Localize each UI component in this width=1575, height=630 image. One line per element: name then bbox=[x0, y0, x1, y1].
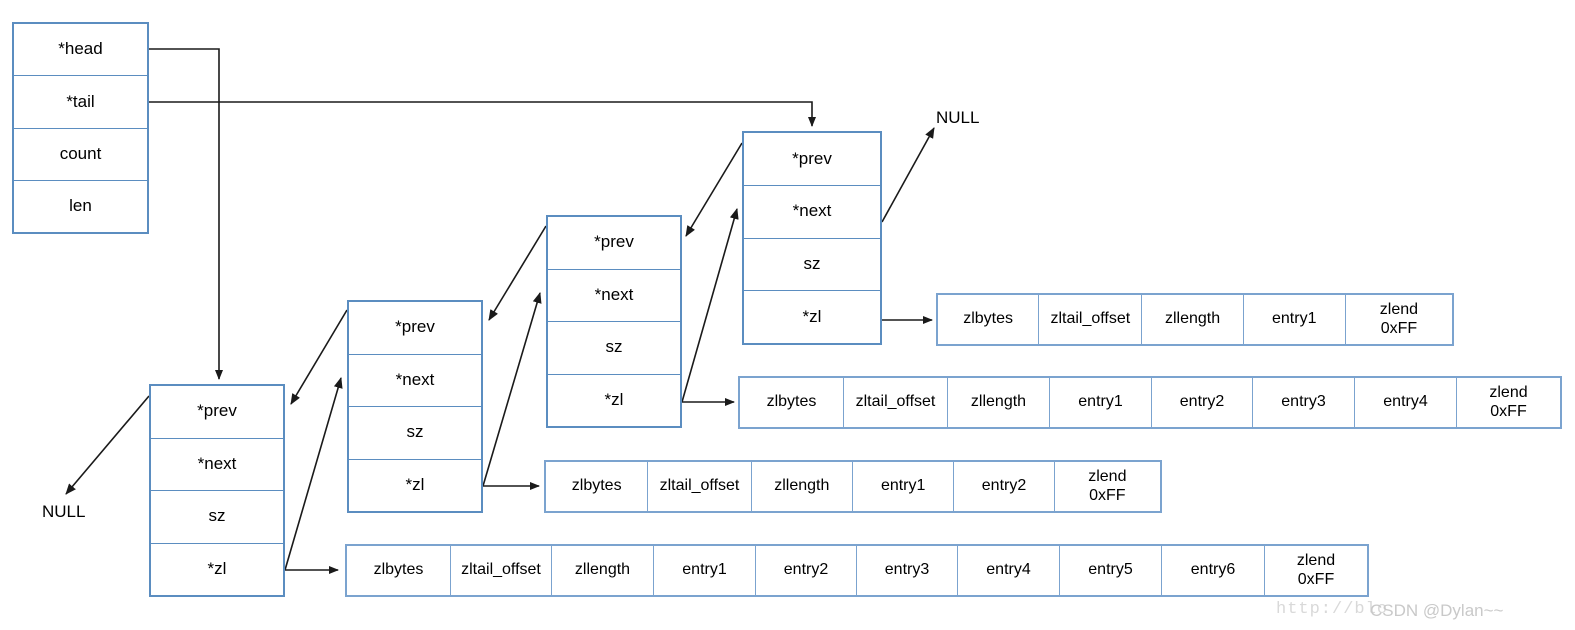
null-label-head-prev: NULL bbox=[42, 502, 86, 521]
wire-node4-prev-node3 bbox=[685, 142, 743, 237]
wire-head-to-node1 bbox=[149, 48, 223, 380]
diagram-canvas: *head *tail count len *prev *next sz *zl… bbox=[0, 0, 1575, 630]
quicklist-node-1: *prev *next sz *zl bbox=[149, 384, 285, 597]
zl2-cell-zlbytes: zlbytes bbox=[546, 462, 649, 511]
node1-field-zl: *zl bbox=[207, 558, 227, 578]
ziplist-node-2: zlbytes zltail_offset zllength entry1 en… bbox=[544, 460, 1162, 513]
node3-field-zl: *zl bbox=[604, 389, 624, 409]
quicklist-header-struct: *head *tail count len bbox=[12, 22, 149, 234]
node1-field-prev: *prev bbox=[151, 386, 283, 439]
zl2-cell-zltail-offset: zltail_offset bbox=[648, 462, 752, 511]
zl4-cell-entry1: entry1 bbox=[1244, 295, 1346, 344]
node4-field-next: *next bbox=[744, 186, 880, 239]
wire-node1-prev-null bbox=[65, 395, 150, 495]
node1-field-next: *next bbox=[151, 439, 283, 491]
node2-field-sz: sz bbox=[349, 407, 481, 460]
zl4-cell-zllength: zllength bbox=[1142, 295, 1244, 344]
wire-node3-prev-node2 bbox=[488, 225, 547, 321]
zl3-cell-zltail-offset: zltail_offset bbox=[844, 378, 948, 427]
node4-field-zl: *zl bbox=[802, 306, 822, 326]
node4-field-sz: sz bbox=[744, 239, 880, 292]
zl1-cell-zlend: zlend 0xFF bbox=[1296, 552, 1336, 588]
node3-field-next: *next bbox=[548, 270, 680, 322]
zl1-cell-entry1: entry1 bbox=[654, 546, 756, 595]
quicklist-node-4: *prev *next sz *zl bbox=[742, 131, 882, 345]
null-label-tail-next: NULL bbox=[936, 108, 980, 127]
quicklist-node-3: *prev *next sz *zl bbox=[546, 215, 682, 428]
zl3-cell-zllength: zllength bbox=[948, 378, 1050, 427]
zl1-cell-entry6: entry6 bbox=[1162, 546, 1265, 595]
zl1-cell-zltail-offset: zltail_offset bbox=[451, 546, 552, 595]
zl3-cell-entry4: entry4 bbox=[1355, 378, 1457, 427]
zl3-cell-entry3: entry3 bbox=[1253, 378, 1355, 427]
zl4-cell-zlend: zlend 0xFF bbox=[1379, 301, 1419, 337]
wire-node1-next-node2 bbox=[284, 377, 343, 571]
zl2-cell-entry2: entry2 bbox=[954, 462, 1055, 511]
wire-node2-next-node3 bbox=[482, 292, 542, 487]
zl2-cell-entry1: entry1 bbox=[853, 462, 955, 511]
ziplist-node-1: zlbytes zltail_offset zllength entry1 en… bbox=[345, 544, 1369, 597]
node3-field-sz: sz bbox=[548, 322, 680, 375]
zl1-cell-zllength: zllength bbox=[552, 546, 654, 595]
zl1-cell-entry3: entry3 bbox=[857, 546, 958, 595]
zl1-cell-entry5: entry5 bbox=[1060, 546, 1162, 595]
zl1-cell-zlbytes: zlbytes bbox=[347, 546, 451, 595]
node2-field-next: *next bbox=[349, 355, 481, 407]
watermark-csdn: CSDN @Dylan~~ bbox=[1370, 601, 1504, 620]
zl2-cell-zllength: zllength bbox=[752, 462, 853, 511]
wire-tail-to-node4 bbox=[149, 101, 816, 127]
ziplist-node-3: zlbytes zltail_offset zllength entry1 en… bbox=[738, 376, 1562, 429]
zl3-cell-zlbytes: zlbytes bbox=[740, 378, 844, 427]
zl4-cell-zltail-offset: zltail_offset bbox=[1039, 295, 1143, 344]
zl3-cell-entry2: entry2 bbox=[1152, 378, 1253, 427]
node3-field-prev: *prev bbox=[548, 217, 680, 270]
field-len: len bbox=[69, 196, 92, 216]
ziplist-node-4: zlbytes zltail_offset zllength entry1 zl… bbox=[936, 293, 1454, 346]
field-count: count bbox=[14, 129, 147, 181]
zl3-cell-zlend: zlend 0xFF bbox=[1489, 384, 1528, 420]
wire-node4-next-null bbox=[881, 127, 935, 223]
zl4-cell-zlbytes: zlbytes bbox=[938, 295, 1040, 344]
node1-field-sz: sz bbox=[151, 491, 283, 544]
node4-field-prev: *prev bbox=[744, 133, 880, 186]
quicklist-node-2: *prev *next sz *zl bbox=[347, 300, 483, 513]
field-tail: *tail bbox=[14, 76, 147, 129]
node2-field-zl: *zl bbox=[405, 474, 425, 494]
zl3-cell-entry1: entry1 bbox=[1050, 378, 1152, 427]
zl1-cell-entry2: entry2 bbox=[756, 546, 857, 595]
wire-node2-prev-node1 bbox=[290, 309, 348, 405]
field-head: *head bbox=[14, 24, 147, 77]
zl2-cell-zlend: zlend 0xFF bbox=[1088, 468, 1127, 504]
wire-node3-next-node4 bbox=[681, 208, 739, 403]
zl1-cell-entry4: entry4 bbox=[958, 546, 1060, 595]
node2-field-prev: *prev bbox=[349, 302, 481, 355]
